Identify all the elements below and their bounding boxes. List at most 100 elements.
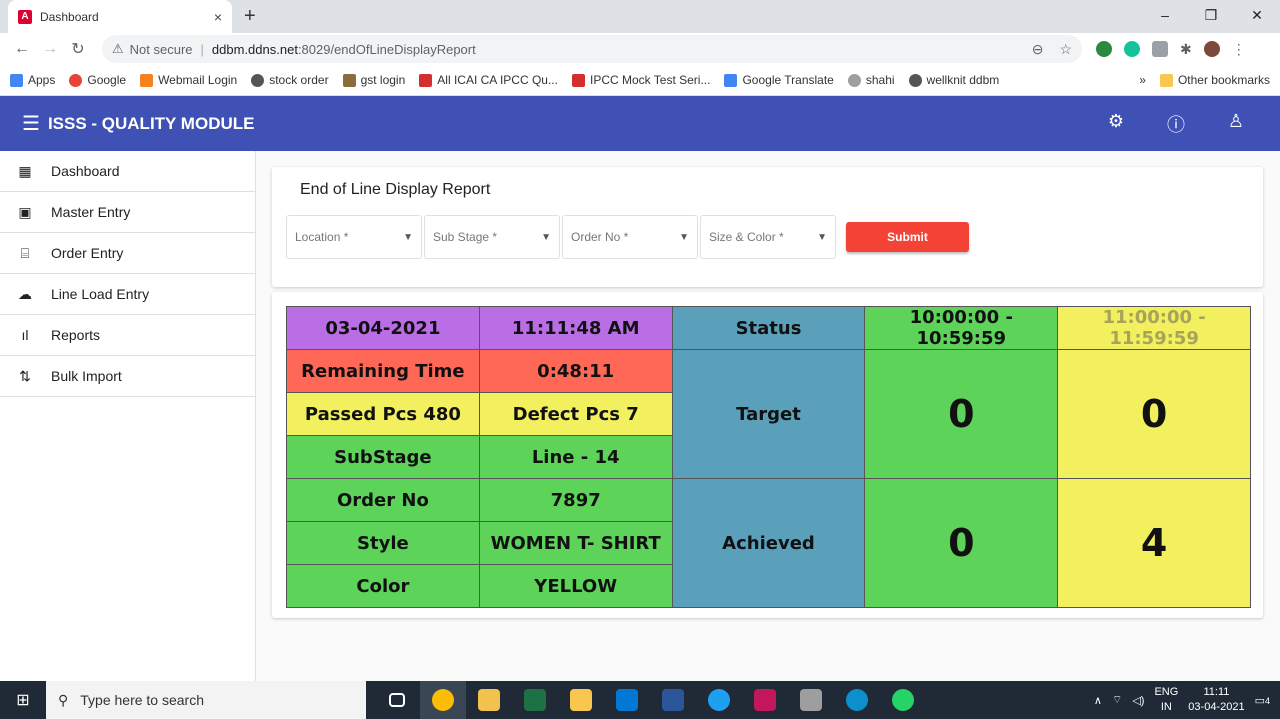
star-icon[interactable]: ☆ bbox=[1059, 41, 1072, 58]
tab-close-icon[interactable]: × bbox=[214, 9, 222, 25]
omnibox-actions: ⊖ ☆ bbox=[1032, 41, 1072, 58]
bookmark-translate[interactable]: Google Translate bbox=[724, 73, 834, 87]
excel-icon[interactable] bbox=[512, 681, 558, 719]
bookmark-shahi[interactable]: shahi bbox=[847, 73, 895, 87]
chevron-up-icon[interactable]: ∧ bbox=[1094, 694, 1102, 707]
close-window-button[interactable]: ✕ bbox=[1234, 0, 1280, 30]
app-toolbar: ☰ ISSS - QUALITY MODULE ⚙ ⓘ ♙ bbox=[0, 96, 1280, 151]
chevron-down-icon: ▼ bbox=[817, 231, 827, 243]
status-header: Status bbox=[671, 306, 866, 350]
extension-icon[interactable] bbox=[1096, 41, 1112, 57]
submit-button[interactable]: Submit bbox=[846, 222, 969, 252]
other-bookmarks[interactable]: Other bookmarks bbox=[1159, 73, 1270, 87]
location-select[interactable]: Location * ▼ bbox=[286, 215, 422, 259]
notification-count: 4 bbox=[1264, 695, 1270, 706]
hamburger-menu-icon[interactable]: ☰ bbox=[22, 111, 40, 136]
warning-icon: ⚠ bbox=[112, 41, 124, 56]
bookmark-label: wellknit ddbm bbox=[926, 73, 1000, 87]
bookmark-webmail[interactable]: Webmail Login bbox=[140, 73, 237, 87]
avatar[interactable] bbox=[1203, 41, 1220, 57]
sidebar-item-line-load-entry[interactable]: ☁ Line Load Entry bbox=[0, 274, 255, 315]
sub-stage-select[interactable]: Sub Stage * ▼ bbox=[424, 215, 560, 259]
ipcc-icon bbox=[571, 73, 585, 87]
taskbar-search-input[interactable]: ⚲ Type here to search bbox=[46, 681, 366, 719]
sidebar-item-reports[interactable]: ıl Reports bbox=[0, 315, 255, 356]
url-input[interactable]: ⚠ Not secure | ddbm.ddns.net :8029/endOf… bbox=[102, 35, 1082, 63]
help-icon[interactable]: ⓘ bbox=[1164, 111, 1188, 137]
bar-chart-icon: ıl bbox=[21, 327, 29, 343]
internet-explorer-icon[interactable] bbox=[696, 681, 742, 719]
bookmark-stock-order[interactable]: stock order bbox=[251, 73, 329, 87]
location-placeholder: Location * bbox=[295, 230, 349, 244]
puzzle-icon[interactable]: ✱ bbox=[1180, 41, 1192, 58]
sidebar-item-master-entry[interactable]: ▣ Master Entry bbox=[0, 192, 255, 233]
sidebar-item-label: Bulk Import bbox=[51, 368, 122, 384]
url-divider: | bbox=[200, 41, 204, 57]
language-indicator[interactable]: ENG IN bbox=[1154, 685, 1178, 715]
sidebar-item-label: Reports bbox=[51, 327, 101, 343]
windows-taskbar: ⊞ ⚲ Type here to search ∧ ⌔ ◁) ENG IN 11… bbox=[0, 681, 1280, 719]
sidebar-item-bulk-import[interactable]: ⇅ Bulk Import bbox=[0, 356, 255, 397]
browser-tab[interactable]: A Dashboard × bbox=[8, 0, 232, 33]
settings-gear-icon[interactable]: ⚙ bbox=[1104, 111, 1128, 137]
word-icon[interactable] bbox=[650, 681, 696, 719]
chevron-down-icon: ▼ bbox=[679, 231, 689, 243]
mail-icon[interactable] bbox=[604, 681, 650, 719]
grammarly-icon[interactable] bbox=[1124, 41, 1140, 57]
network-icon[interactable]: ⌔ bbox=[1112, 693, 1122, 707]
main-area: ▦ Dashboard ▣ Master Entry ⌸ Order Entry… bbox=[0, 151, 1280, 682]
filter-row: Location * ▼ Sub Stage * ▼ Order No * ▼ … bbox=[286, 215, 1249, 259]
task-view-icon[interactable] bbox=[374, 681, 420, 719]
reload-icon[interactable]: ↻ bbox=[64, 39, 92, 59]
browser-tab-strip: A Dashboard × + – ❐ ✕ bbox=[0, 0, 1280, 33]
end-of-line-report-table: 03-04-2021 11:11:48 AM Status 10:00:00 -… bbox=[286, 306, 1251, 608]
tools-icon[interactable] bbox=[788, 681, 834, 719]
file-explorer-icon[interactable] bbox=[558, 681, 604, 719]
sidebar-item-dashboard[interactable]: ▦ Dashboard bbox=[0, 151, 255, 192]
forward-icon[interactable]: → bbox=[36, 40, 64, 58]
clock-date: 03-04-2021 bbox=[1188, 701, 1245, 713]
whatsapp-icon[interactable] bbox=[880, 681, 926, 719]
remaining-time-label: Remaining Time bbox=[286, 349, 480, 393]
bookmarks-bar: Apps Google Webmail Login stock order gs… bbox=[0, 65, 1280, 96]
shield-icon[interactable] bbox=[1152, 41, 1168, 57]
bookmark-label: IPCC Mock Test Seri... bbox=[589, 73, 711, 87]
not-secure-label: Not secure bbox=[129, 41, 193, 57]
windows-start-icon[interactable]: ⊞ bbox=[0, 690, 46, 710]
back-icon[interactable]: ← bbox=[8, 40, 36, 58]
taskbar-clock[interactable]: 11:11 03-04-2021 bbox=[1188, 685, 1244, 715]
search-icon: ⚲ bbox=[58, 691, 69, 708]
size-color-select[interactable]: Size & Color * ▼ bbox=[700, 215, 836, 259]
kebab-menu-icon[interactable]: ⋮ bbox=[1232, 41, 1246, 58]
notification-icon[interactable]: ▭4 bbox=[1255, 694, 1270, 707]
style-label: Style bbox=[286, 521, 480, 565]
sidebar-item-order-entry[interactable]: ⌸ Order Entry bbox=[0, 233, 255, 274]
bookmark-label: Webmail Login bbox=[158, 73, 238, 87]
edge-icon[interactable] bbox=[834, 681, 880, 719]
taskbar-apps bbox=[374, 681, 926, 719]
bookmark-apps[interactable]: Apps bbox=[10, 73, 55, 87]
chrome-icon[interactable] bbox=[420, 681, 466, 719]
volume-icon[interactable]: ◁) bbox=[1132, 694, 1144, 707]
bookmark-wellknit[interactable]: wellknit ddbm bbox=[908, 73, 1000, 87]
achieved-label: Achieved bbox=[671, 478, 866, 608]
bookmark-ipcc[interactable]: IPCC Mock Test Seri... bbox=[571, 73, 711, 87]
color-value: YELLOW bbox=[478, 564, 673, 608]
bookmark-icai[interactable]: All ICAI CA IPCC Qu... bbox=[419, 73, 558, 87]
bookmark-google[interactable]: Google bbox=[69, 73, 126, 87]
shahi-icon bbox=[847, 73, 861, 87]
app-icon[interactable] bbox=[742, 681, 788, 719]
mail-folder-icon[interactable] bbox=[466, 681, 512, 719]
zoom-icon[interactable]: ⊖ bbox=[1032, 41, 1044, 58]
new-tab-button[interactable]: + bbox=[244, 5, 256, 28]
bookmarks-overflow[interactable]: » bbox=[1139, 73, 1146, 87]
maximize-button[interactable]: ❐ bbox=[1188, 0, 1234, 30]
order-no-select[interactable]: Order No * ▼ bbox=[562, 215, 698, 259]
user-account-icon[interactable]: ♙ bbox=[1224, 111, 1248, 137]
minimize-button[interactable]: – bbox=[1142, 0, 1188, 30]
filter-card: End of Line Display Report Location * ▼ … bbox=[272, 167, 1263, 287]
clock-time: 11:11 bbox=[1203, 686, 1230, 698]
time-slot-1: 10:00:00 - 10:59:59 bbox=[864, 306, 1059, 350]
achieved-slot-2: 4 bbox=[1057, 478, 1251, 608]
bookmark-gst-login[interactable]: gst login bbox=[342, 73, 405, 87]
